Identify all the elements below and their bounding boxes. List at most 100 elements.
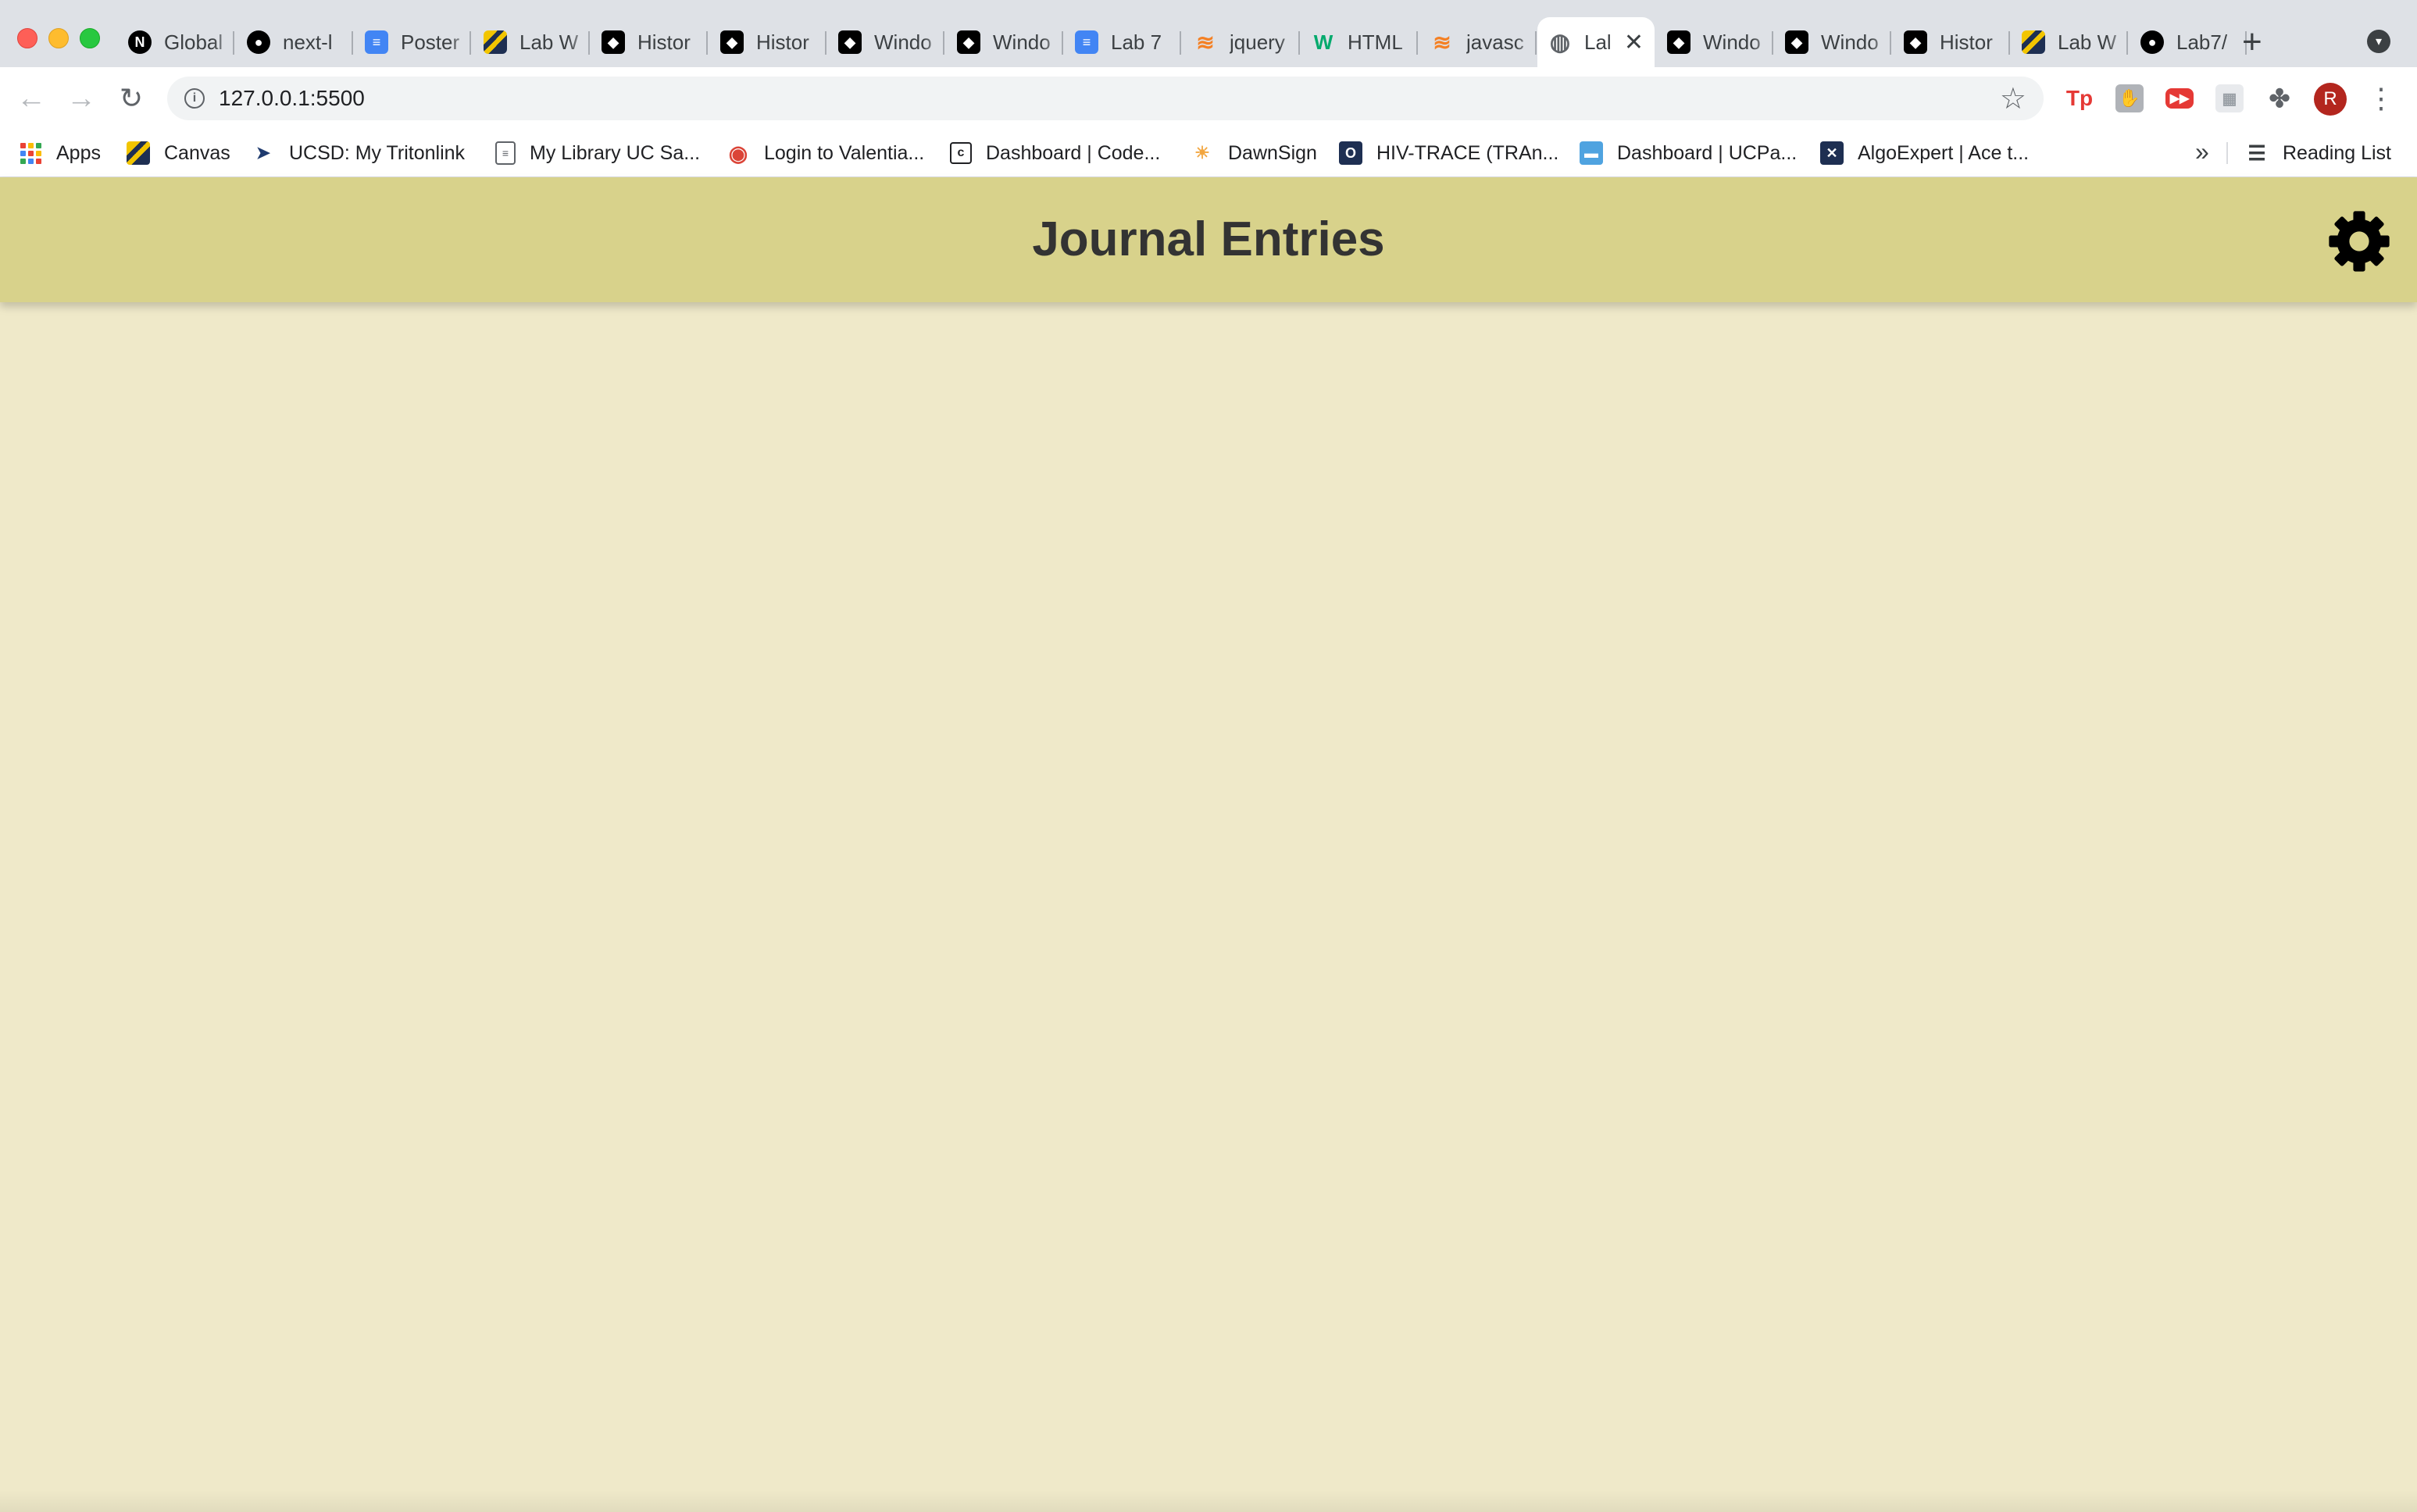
bookmark-label: Dashboard | Code...	[986, 141, 1161, 164]
page-bottom-shade	[0, 1490, 2417, 1512]
window-close-button[interactable]	[17, 28, 37, 48]
url-text[interactable]: 127.0.0.1:5500	[219, 86, 365, 111]
bookmark-item[interactable]: ✕ AlgoExpert | Ace t...	[1820, 130, 2029, 177]
tab-title: Histor	[1940, 30, 1993, 54]
extensions-puzzle-icon[interactable]: ✤	[2265, 84, 2294, 112]
w3schools-icon: W	[1313, 30, 1333, 54]
bookmark-item[interactable]: ≡ My Library UC Sa...	[495, 130, 700, 177]
tab[interactable]: ≡ Poster	[354, 17, 471, 67]
tab[interactable]: Lab W	[473, 17, 590, 67]
tab[interactable]: ◆ Histor	[709, 17, 826, 67]
tab[interactable]: ◆ Windo	[1774, 17, 1891, 67]
page-title: Journal Entries	[1032, 212, 1385, 266]
stackoverflow-icon: ≋	[1196, 30, 1215, 55]
github-icon: ●	[2140, 30, 2164, 54]
tab-title: Poster	[401, 30, 460, 54]
close-tab-icon[interactable]: ✕	[1624, 29, 1644, 56]
address-bar[interactable]: i 127.0.0.1:5500 ☆	[167, 77, 2044, 120]
tab[interactable]: ◆ Histor	[591, 17, 708, 67]
more-bookmarks-icon[interactable]: »	[2195, 137, 2209, 166]
tab-title: Histor	[756, 30, 809, 54]
tab[interactable]: W HTML	[1301, 17, 1418, 67]
bookmark-item[interactable]: Apps	[19, 130, 101, 177]
tab[interactable]: ≡ Lab 7	[1064, 17, 1181, 67]
bookmark-label: My Library UC Sa...	[530, 141, 701, 164]
site-info-icon[interactable]: i	[184, 88, 205, 109]
notion-icon: ◆	[1904, 30, 1927, 54]
reading-list-label: Reading List	[2283, 141, 2391, 164]
reload-icon[interactable]: ↻	[112, 80, 150, 117]
tab[interactable]: N Global	[117, 17, 234, 67]
notion-icon: ◆	[720, 30, 744, 54]
document-icon: ≡	[495, 141, 516, 165]
bookmark-star-icon[interactable]: ☆	[2000, 81, 2026, 116]
bookmark-item[interactable]: O HIV-TRACE (TRAn...	[1339, 130, 1558, 177]
back-arrow-icon[interactable]: ←	[12, 80, 50, 117]
bookmark-item[interactable]: ▬ Dashboard | UCPa...	[1580, 130, 1797, 177]
notion-icon: ◆	[602, 30, 625, 54]
bookmark-item[interactable]: ➤ UCSD: My Tritonlink	[252, 130, 465, 177]
tab[interactable]: ● next-l	[236, 17, 353, 67]
tab[interactable]: Lab W	[2011, 17, 2128, 67]
stackoverflow-icon: ≋	[1433, 30, 1451, 55]
triton-icon: ➤	[255, 143, 271, 162]
lab-icon	[2022, 30, 2045, 54]
tab[interactable]: ≋ javasc	[1419, 17, 1537, 67]
tab-search-icon[interactable]: ▾	[2367, 30, 2390, 53]
bookmark-label: DawnSign	[1228, 141, 1317, 164]
lab-icon	[484, 30, 507, 54]
page-header: Journal Entries	[0, 177, 2417, 302]
dawnsign-icon: ☀	[1194, 143, 1210, 162]
github-icon: ●	[247, 30, 270, 54]
hivtrace-icon: O	[1339, 141, 1362, 165]
tp-extension-icon[interactable]: Tp	[2065, 84, 2094, 112]
new-tab-button[interactable]: +	[2242, 23, 2262, 61]
notion-icon: ◆	[957, 30, 980, 54]
notion-icon: ◆	[1785, 30, 1808, 54]
window-maximize-button[interactable]	[80, 28, 100, 48]
menu-kebab-icon[interactable]: ⋮	[2367, 80, 2395, 117]
browser-toolbar: ← → ↻ i 127.0.0.1:5500 ☆ Tp ✋ ▶▶ ▦ ✤ R ⋮	[0, 67, 2417, 130]
tab-title: Windo	[993, 30, 1051, 54]
tab[interactable]: ≋ jquery	[1183, 17, 1300, 67]
tab-title: Lab7/	[2176, 30, 2228, 54]
tab-strip: N Global ● next-l ≡ Poster Lab W ◆ Histor ◆ Histor…	[0, 0, 2417, 67]
bookmark-label: AlgoExpert | Ace t...	[1858, 141, 2030, 164]
tab-title: javasc	[1466, 30, 1524, 54]
bookmark-label: Canvas	[164, 141, 230, 164]
tab[interactable]: ◆ Windo	[827, 17, 944, 67]
tab[interactable]: ◆ Windo	[1656, 17, 1773, 67]
code-icon: c	[950, 142, 972, 164]
window-minimize-button[interactable]	[48, 28, 69, 48]
notion-icon: ◆	[1667, 30, 1690, 54]
bookmark-label: Login to Valentia...	[764, 141, 925, 164]
bookmark-item[interactable]: c Dashboard | Code...	[950, 130, 1160, 177]
tab-list: N Global ● next-l ≡ Poster Lab W ◆ Histor ◆ Histor…	[117, 17, 2247, 67]
reading-list-button[interactable]: ☰ Reading List	[2245, 130, 2391, 177]
tab-title: Windo	[1703, 30, 1761, 54]
grid-extension-icon[interactable]: ▦	[2215, 84, 2244, 112]
tab-title: Lab W	[519, 30, 579, 54]
forward-arrow-icon[interactable]: →	[62, 80, 100, 117]
profile-avatar[interactable]: R	[2314, 83, 2347, 116]
hand-extension-icon[interactable]: ✋	[2115, 84, 2144, 112]
tab-title: jquery	[1230, 30, 1285, 54]
tab-title: Windo	[874, 30, 932, 54]
canvas-icon	[127, 141, 150, 165]
tab[interactable]: ◆ Windo	[946, 17, 1063, 67]
tab-title: HTML	[1348, 30, 1403, 54]
bookmark-label: HIV-TRACE (TRAn...	[1376, 141, 1559, 164]
video-extension-icon[interactable]: ▶▶	[2165, 88, 2194, 109]
bookmark-item[interactable]: ☀ DawnSign	[1191, 130, 1317, 177]
bookmark-item[interactable]: ◉ Login to Valentia...	[727, 130, 924, 177]
bookmark-item[interactable]: Canvas	[127, 130, 230, 177]
bookmarks-divider	[2226, 142, 2228, 164]
apps-grid-icon	[19, 141, 42, 165]
tab-title: Lab W	[2058, 30, 2117, 54]
bookmark-label: Apps	[56, 141, 101, 164]
tab[interactable]: ● Lab7/	[2130, 17, 2247, 67]
tab-active[interactable]: ◍ Lal ✕	[1537, 17, 1655, 67]
settings-gear-icon[interactable]	[2326, 209, 2392, 274]
bookmark-label: Dashboard | UCPa...	[1617, 141, 1798, 164]
tab[interactable]: ◆ Histor	[1893, 17, 2010, 67]
